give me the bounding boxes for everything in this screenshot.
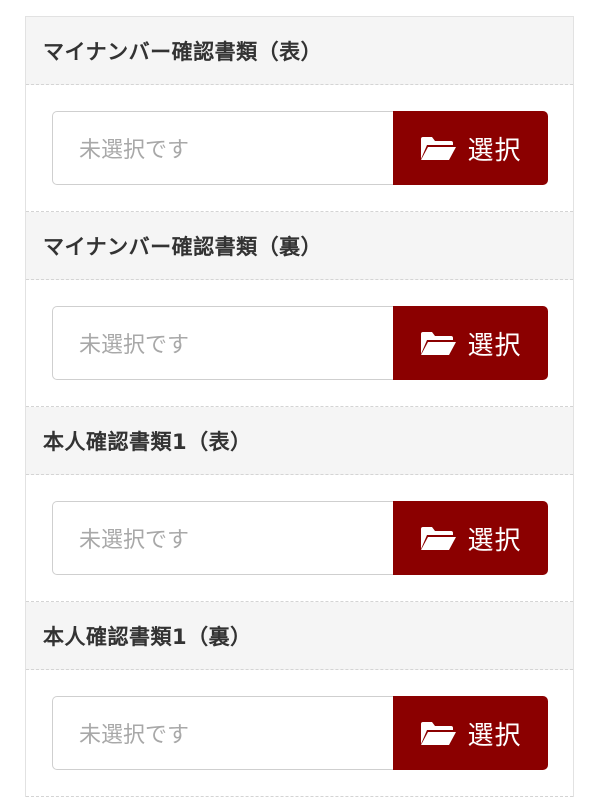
section-body: 未選択です 選択 [26, 670, 573, 797]
section-title: 本人確認書類1（表） [43, 429, 252, 454]
folder-open-icon [421, 722, 457, 745]
section-body: 未選択です 選択 [26, 85, 573, 212]
section-header: マイナンバー確認書類（表） [26, 17, 573, 85]
section-header: マイナンバー確認書類（裏） [26, 212, 573, 280]
file-name-field[interactable]: 未選択です [52, 501, 393, 575]
select-file-button[interactable]: 選択 [393, 696, 548, 770]
section-title: マイナンバー確認書類（裏） [43, 234, 323, 259]
section-title: マイナンバー確認書類（表） [43, 39, 323, 64]
upload-section-mynumber-back: マイナンバー確認書類（裏） 未選択です 選択 [26, 212, 573, 407]
section-header: 本人確認書類1（裏） [26, 602, 573, 670]
section-header: 本人確認書類1（表） [26, 407, 573, 475]
file-name-field[interactable]: 未選択です [52, 111, 393, 185]
upload-section-id-back: 本人確認書類1（裏） 未選択です 選択 [26, 602, 573, 797]
folder-open-icon [421, 332, 457, 355]
file-name-field[interactable]: 未選択です [52, 696, 393, 770]
select-button-label: 選択 [467, 135, 522, 166]
select-file-button[interactable]: 選択 [393, 501, 548, 575]
upload-form: マイナンバー確認書類（表） 未選択です 選択 マイナンバー確認書類（裏） 未選択… [25, 16, 574, 797]
select-file-button[interactable]: 選択 [393, 111, 548, 185]
file-picker: 未選択です 選択 [52, 501, 548, 575]
section-title: 本人確認書類1（裏） [43, 624, 252, 649]
select-file-button[interactable]: 選択 [393, 306, 548, 380]
upload-section-id-front: 本人確認書類1（表） 未選択です 選択 [26, 407, 573, 602]
select-button-label: 選択 [467, 720, 522, 751]
select-button-label: 選択 [467, 330, 522, 361]
upload-section-mynumber-front: マイナンバー確認書類（表） 未選択です 選択 [26, 17, 573, 212]
file-picker: 未選択です 選択 [52, 111, 548, 185]
file-picker: 未選択です 選択 [52, 696, 548, 770]
select-button-label: 選択 [467, 525, 522, 556]
section-body: 未選択です 選択 [26, 280, 573, 407]
file-name-field[interactable]: 未選択です [52, 306, 393, 380]
folder-open-icon [421, 137, 457, 160]
folder-open-icon [421, 527, 457, 550]
file-picker: 未選択です 選択 [52, 306, 548, 380]
section-body: 未選択です 選択 [26, 475, 573, 602]
